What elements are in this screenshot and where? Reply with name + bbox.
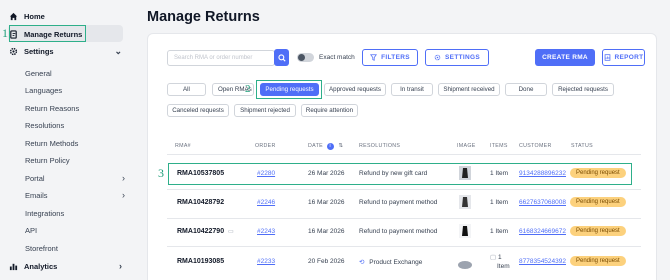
sort-icon: ⇅ bbox=[338, 143, 344, 149]
sidebar-item-languages[interactable]: Languages bbox=[25, 83, 62, 97]
column-header-items: ITEMS bbox=[490, 143, 508, 149]
sidebar-item-label: Settings bbox=[24, 46, 54, 56]
product-image[interactable] bbox=[457, 256, 473, 270]
sidebar-item-analytics[interactable]: Analytics › bbox=[8, 258, 124, 274]
filters-button[interactable]: FILTERS bbox=[362, 49, 418, 66]
sidebar-item-label: Emails bbox=[25, 190, 48, 200]
product-image[interactable] bbox=[459, 224, 471, 238]
items-count: ▢ 1 bbox=[490, 254, 502, 261]
sidebar-item-portal[interactable]: Portal › bbox=[25, 171, 125, 185]
items-cell: 1 Item bbox=[490, 228, 509, 235]
column-header-status: STATUS bbox=[571, 143, 593, 149]
sidebar-item-return-policy[interactable]: Return Policy bbox=[25, 153, 70, 167]
callout-box-manage-returns bbox=[9, 25, 86, 42]
chevron-right-icon: › bbox=[122, 173, 125, 183]
chip-shipment-rejected[interactable]: Shipment rejected bbox=[234, 104, 296, 117]
search-input[interactable]: Search RMA or order number bbox=[167, 50, 275, 66]
status-badge: Pending request bbox=[570, 256, 626, 266]
search-button[interactable] bbox=[274, 49, 289, 66]
status-badge: Pending request bbox=[570, 226, 626, 236]
box-icon: ▢ bbox=[490, 254, 497, 261]
settings-button[interactable]: SETTINGS bbox=[425, 49, 489, 66]
divider bbox=[167, 154, 641, 155]
chevron-down-icon: ⌄ bbox=[114, 45, 122, 56]
divider bbox=[167, 189, 641, 190]
chip-done[interactable]: Done bbox=[505, 83, 547, 96]
date-cell: 20 Feb 2026 bbox=[308, 258, 345, 265]
sidebar-item-integrations[interactable]: Integrations bbox=[25, 206, 64, 220]
resolution-cell: ⟲ Product Exchange bbox=[359, 259, 423, 266]
sidebar-item-emails[interactable]: Emails › bbox=[25, 188, 125, 202]
items-cell: Item bbox=[497, 263, 510, 270]
status-badge: Pending request bbox=[570, 197, 626, 207]
chevron-right-icon: › bbox=[119, 261, 122, 271]
chip-approved-requests[interactable]: Approved requests bbox=[324, 83, 386, 96]
date-cell: 16 Mar 2026 bbox=[308, 199, 345, 206]
callout-number-1: 1 bbox=[2, 26, 8, 40]
sidebar: Home Manage Returns Settings ⌄ General L… bbox=[0, 0, 128, 280]
column-header-customer: CUSTOMER bbox=[519, 143, 552, 149]
returns-card bbox=[147, 33, 657, 280]
items-cell: 1 Item bbox=[490, 199, 509, 206]
filter-icon bbox=[370, 54, 378, 61]
callout-number-3: 3 bbox=[158, 166, 164, 180]
sidebar-item-general[interactable]: General bbox=[25, 66, 52, 80]
order-link[interactable]: #2243 bbox=[257, 228, 275, 235]
sidebar-item-return-reasons[interactable]: Return Reasons bbox=[25, 101, 79, 115]
order-link[interactable]: #2233 bbox=[257, 258, 275, 265]
bar-chart-icon bbox=[8, 261, 18, 271]
sidebar-item-return-methods[interactable]: Return Methods bbox=[25, 136, 78, 150]
sidebar-item-home[interactable]: Home bbox=[8, 8, 45, 24]
resolution-cell: Refund to payment method bbox=[359, 228, 438, 235]
chip-require-attention[interactable]: Require attention bbox=[301, 104, 358, 117]
sidebar-item-settings[interactable]: Settings ⌄ bbox=[8, 43, 124, 59]
rma-number[interactable]: RMA10422790 ▭ bbox=[177, 228, 234, 235]
gear-icon bbox=[8, 46, 18, 56]
chip-shipment-received[interactable]: Shipment received bbox=[438, 83, 500, 96]
rma-number[interactable]: RMA10428792 bbox=[177, 199, 224, 206]
sidebar-item-label: Analytics bbox=[24, 261, 58, 271]
sidebar-item-resolutions[interactable]: Resolutions bbox=[25, 118, 64, 132]
create-rma-button[interactable]: CREATE RMA bbox=[535, 49, 595, 66]
exact-match-toggle[interactable] bbox=[297, 53, 314, 62]
callout-number-2: 2 bbox=[245, 83, 251, 95]
chip-rejected-requests[interactable]: Rejected requests bbox=[552, 83, 614, 96]
gear-icon bbox=[434, 54, 441, 61]
column-header-image: IMAGE bbox=[457, 143, 476, 149]
sidebar-item-api[interactable]: API bbox=[25, 223, 37, 237]
sidebar-item-label: Home bbox=[24, 11, 45, 21]
customer-link[interactable]: 8778354524392 bbox=[519, 258, 566, 265]
order-link[interactable]: #2246 bbox=[257, 199, 275, 206]
chip-in-transit[interactable]: In transit bbox=[391, 83, 433, 96]
report-button[interactable]: REPORT bbox=[602, 49, 645, 66]
customer-link[interactable]: 6168324669672 bbox=[519, 228, 566, 235]
column-header-resolutions: RESOLUTIONS bbox=[359, 143, 401, 149]
exact-match-label: Exact match bbox=[319, 54, 355, 61]
divider bbox=[167, 246, 641, 247]
exchange-icon: ⟲ bbox=[359, 259, 365, 266]
callout-box-pending bbox=[256, 80, 322, 99]
chip-canceled-requests[interactable]: Canceled requests bbox=[167, 104, 229, 117]
product-image[interactable] bbox=[459, 195, 471, 209]
rma-number[interactable]: RMA10193085 bbox=[177, 258, 224, 265]
home-icon bbox=[8, 11, 18, 21]
report-icon bbox=[604, 54, 610, 61]
chip-all[interactable]: All bbox=[167, 83, 206, 96]
column-header-rma[interactable]: RMA# bbox=[175, 143, 191, 149]
info-icon: i bbox=[326, 143, 334, 150]
resolution-cell: Refund to payment method bbox=[359, 199, 438, 206]
callout-box-row bbox=[168, 163, 632, 185]
column-header-order[interactable]: ORDER bbox=[255, 143, 276, 149]
chevron-right-icon: › bbox=[122, 190, 125, 200]
column-header-date[interactable]: DATE i ⇅ bbox=[308, 143, 343, 150]
sidebar-item-label: Portal bbox=[25, 173, 45, 183]
search-icon bbox=[277, 53, 286, 62]
page-title: Manage Returns bbox=[147, 9, 260, 25]
chat-icon: ▭ bbox=[228, 229, 234, 235]
date-cell: 16 Mar 2026 bbox=[308, 228, 345, 235]
customer-link[interactable]: 6627637068008 bbox=[519, 199, 566, 206]
sidebar-item-storefront[interactable]: Storefront bbox=[25, 241, 58, 255]
divider bbox=[167, 218, 641, 219]
